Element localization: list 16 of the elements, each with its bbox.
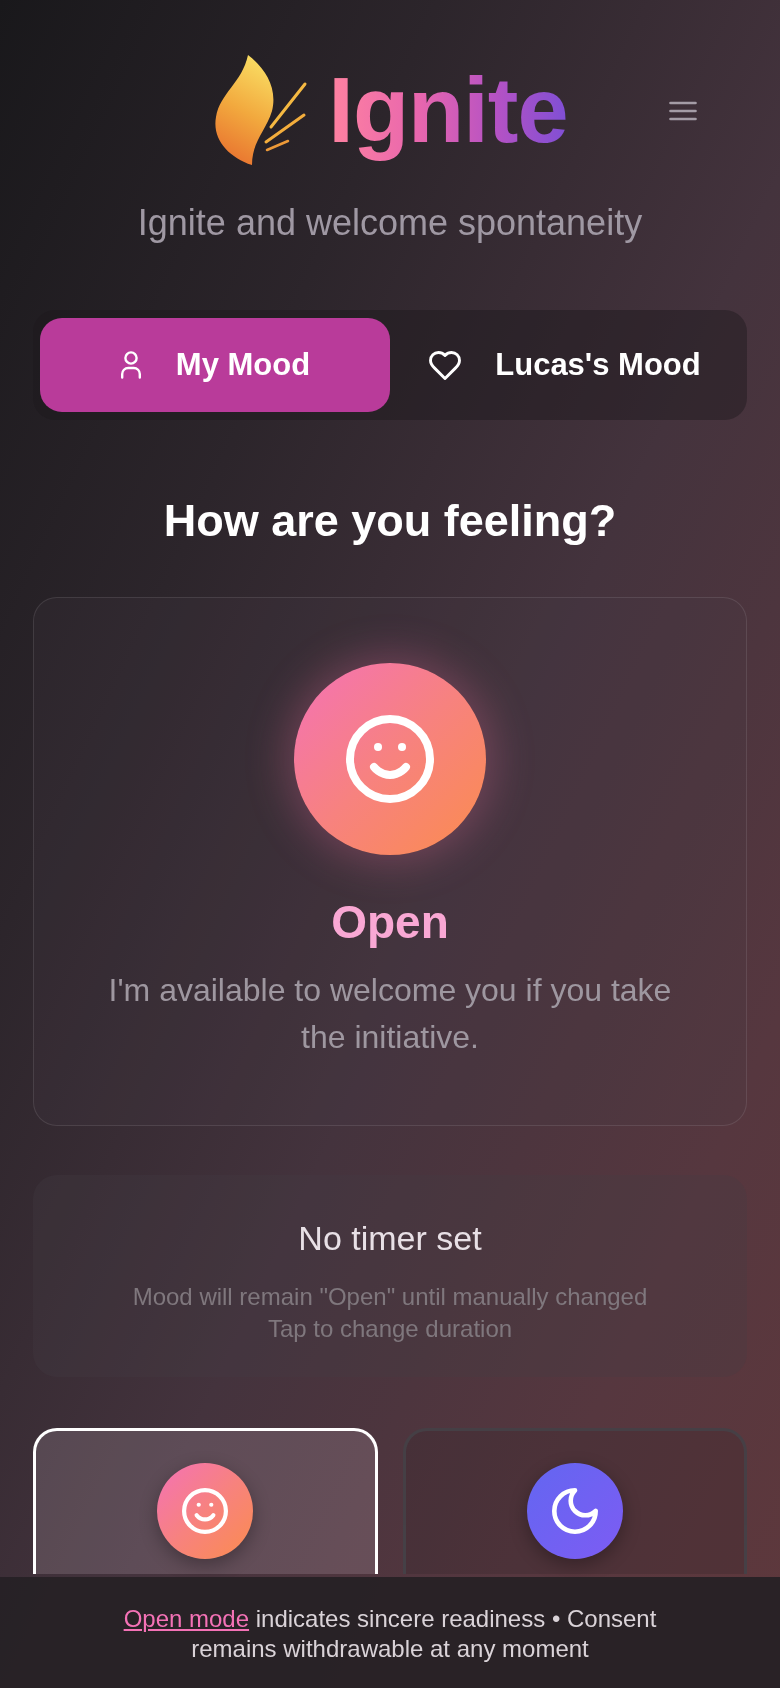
mood-tab[interactable]: Lucas's Mood xyxy=(390,318,740,412)
timer-card[interactable]: No timer set Mood will remain "Open" until manually changed Tap to change duration xyxy=(33,1175,747,1377)
mood-name: Open xyxy=(331,896,449,948)
app-tagline: Ignite and welcome spontaneity xyxy=(136,203,644,243)
mood-question: How are you feeling? xyxy=(162,496,618,546)
timer-status: No timer set xyxy=(297,1218,483,1259)
consent-note: Open mode indicates sincere readiness • Consent remains withdrawable at any moment xyxy=(122,1604,658,1664)
timer-note: Mood will remain "Open" until manually changed xyxy=(131,1282,649,1312)
mood-tab[interactable]: My Mood xyxy=(40,318,390,412)
timer-hint: Tap to change duration xyxy=(266,1314,514,1344)
open-mode-link[interactable]: Open mode xyxy=(123,1605,250,1632)
heart-icon xyxy=(429,350,462,380)
mood-description: I'm available to welcome you if you take the initiative. xyxy=(107,971,673,1057)
person-icon xyxy=(119,351,142,379)
menu-icon xyxy=(668,101,697,121)
menu-button[interactable] xyxy=(668,101,697,121)
